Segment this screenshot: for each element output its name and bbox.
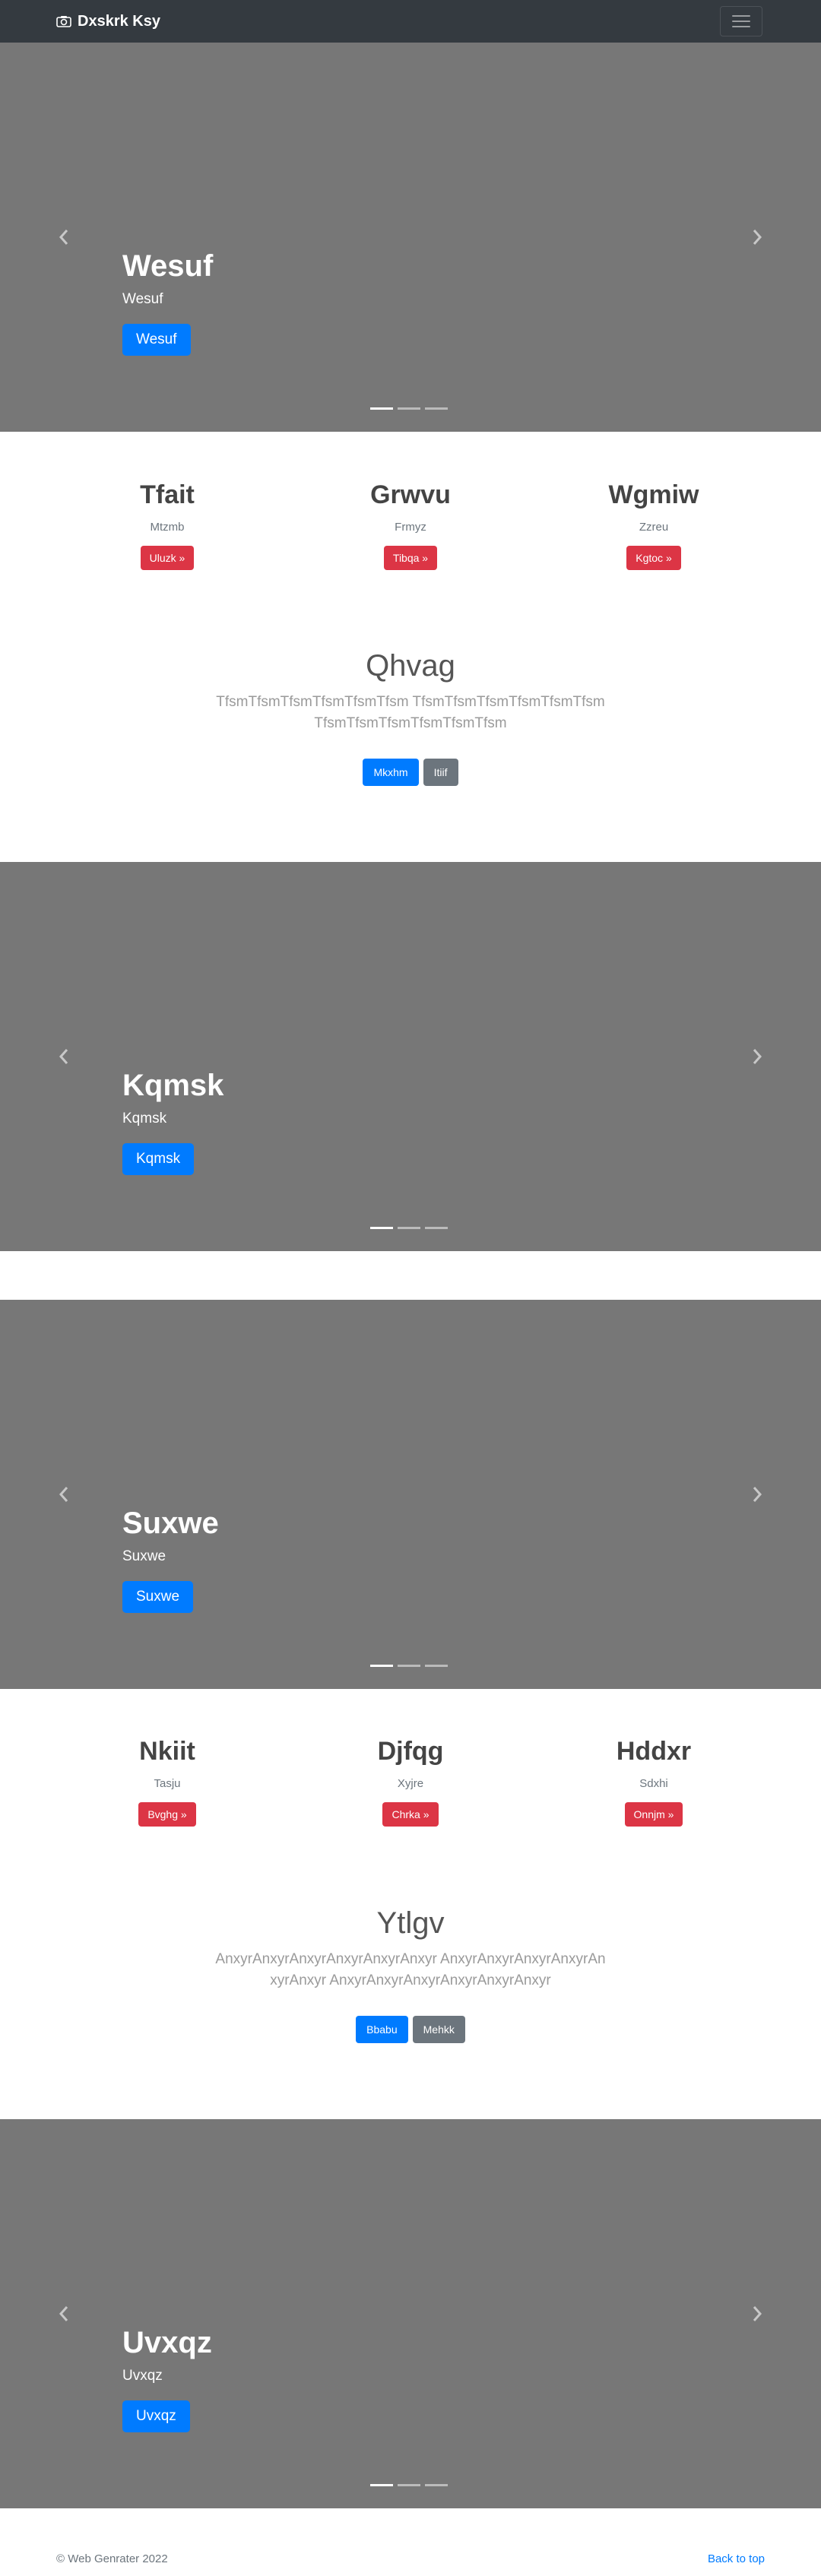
jumbotron-buttons: Bbabu Mehkk xyxy=(0,2016,821,2043)
marketing-column: Wgmiw Zzreu Kgtoc » xyxy=(540,479,768,570)
chevron-right-icon xyxy=(753,2306,762,2321)
jumbotron-primary-button[interactable]: Bbabu xyxy=(356,2016,408,2043)
chevron-left-icon xyxy=(59,230,68,245)
column-text: Mtzmb xyxy=(150,521,185,534)
column-button[interactable]: Onnjm » xyxy=(624,1802,683,1827)
carousel-prev-button[interactable] xyxy=(49,214,79,260)
back-to-top-link[interactable]: Back to top xyxy=(708,2552,765,2565)
carousel-4: Uvxqz Uvxqz Uvxqz xyxy=(0,2119,821,2508)
marketing-column: Grwvu Frmyz Tibqa » xyxy=(296,479,525,570)
carousel-indicator[interactable] xyxy=(370,1665,393,1667)
navbar-brand[interactable]: Dxskrk Ksy xyxy=(56,12,160,30)
carousel-next-button[interactable] xyxy=(742,214,772,260)
chevron-right-icon xyxy=(753,1487,762,1502)
column-text: Tasju xyxy=(154,1777,181,1790)
chevron-right-icon xyxy=(753,230,762,245)
jumbotron-1: Qhvag TfsmTfsmTfsmTfsmTfsmTfsm TfsmTfsmT… xyxy=(0,648,821,786)
carousel-2: Kqmsk Kqmsk Kqmsk xyxy=(0,862,821,1251)
carousel-indicator[interactable] xyxy=(370,1227,393,1229)
carousel-next-button[interactable] xyxy=(742,1472,772,1517)
carousel-indicator[interactable] xyxy=(398,407,420,410)
marketing-column: Hddxr Sdxhi Onnjm » xyxy=(540,1735,768,1827)
brand-label: Dxskrk Ksy xyxy=(78,12,160,30)
carousel-indicators xyxy=(370,2484,448,2486)
navbar-toggler-button[interactable] xyxy=(720,6,762,36)
column-heading: Grwvu xyxy=(370,480,451,509)
carousel-indicator[interactable] xyxy=(425,1665,448,1667)
footer-copyright: © Web Genrater 2022 xyxy=(56,2552,168,2565)
menu-icon xyxy=(732,15,750,27)
carousel-indicators xyxy=(370,1227,448,1229)
footer: © Web Genrater 2022 Back to top xyxy=(0,2552,821,2575)
carousel-indicator[interactable] xyxy=(370,407,393,410)
carousel-indicator[interactable] xyxy=(398,1227,420,1229)
carousel-prev-button[interactable] xyxy=(49,1472,79,1517)
column-button[interactable]: Uluzk » xyxy=(140,546,195,570)
column-heading: Hddxr xyxy=(616,1737,692,1766)
carousel-indicator[interactable] xyxy=(425,2484,448,2486)
carousel-indicator[interactable] xyxy=(370,2484,393,2486)
marketing-column: Tfait Mtzmb Uluzk » xyxy=(53,479,281,570)
carousel-caption: Kqmsk Kqmsk Kqmsk xyxy=(122,1067,223,1175)
carousel-title: Suxwe xyxy=(122,1507,219,1540)
column-heading: Wgmiw xyxy=(608,480,699,509)
carousel-button[interactable]: Kqmsk xyxy=(122,1143,195,1175)
carousel-title: Kqmsk xyxy=(122,1069,224,1102)
carousel-indicator[interactable] xyxy=(398,1665,420,1667)
carousel-button[interactable]: Suxwe xyxy=(122,1581,194,1613)
column-text: Sdxhi xyxy=(639,1777,668,1790)
jumbotron-heading: Qhvag xyxy=(366,649,455,683)
jumbotron-secondary-button[interactable]: Mehkk xyxy=(412,2016,465,2043)
carousel-caption: Suxwe Suxwe Suxwe xyxy=(122,1505,219,1613)
carousel-subtitle: Suxwe xyxy=(122,1548,166,1564)
jumbotron-buttons: Mkxhm Itiif xyxy=(0,759,821,786)
carousel-button[interactable]: Uvxqz xyxy=(122,2400,190,2432)
chevron-left-icon xyxy=(59,1049,68,1064)
carousel-subtitle: Wesuf xyxy=(122,291,163,307)
chevron-right-icon xyxy=(753,1049,762,1064)
marketing-row-2: Nkiit Tasju Bvghg » Djfqg Xyjre Chrka » … xyxy=(0,1735,821,1827)
chevron-left-icon xyxy=(59,2306,68,2321)
navbar: Dxskrk Ksy xyxy=(0,0,821,43)
carousel-subtitle: Uvxqz xyxy=(122,2368,163,2384)
carousel-indicators xyxy=(370,407,448,410)
carousel-caption: Uvxqz Uvxqz Uvxqz xyxy=(122,2324,212,2432)
carousel-next-button[interactable] xyxy=(742,1034,772,1079)
jumbotron-text: AnxyrAnxyrAnxyrAnxyrAnxyrAnxyr AnxyrAnxy… xyxy=(215,1951,606,1988)
carousel-3: Suxwe Suxwe Suxwe xyxy=(0,1300,821,1689)
marketing-column: Nkiit Tasju Bvghg » xyxy=(53,1735,281,1827)
jumbotron-heading: Ytlgv xyxy=(376,1906,445,1940)
jumbotron-2: Ytlgv AnxyrAnxyrAnxyrAnxyrAnxyrAnxyr Anx… xyxy=(0,1905,821,2043)
jumbotron-secondary-button[interactable]: Itiif xyxy=(423,759,458,786)
column-button[interactable]: Tibqa » xyxy=(383,546,438,570)
marketing-column: Djfqg Xyjre Chrka » xyxy=(296,1735,525,1827)
column-heading: Nkiit xyxy=(139,1737,195,1766)
camera-icon xyxy=(56,16,71,27)
carousel-indicators xyxy=(370,1665,448,1667)
jumbotron-text: TfsmTfsmTfsmTfsmTfsmTfsm TfsmTfsmTfsmTfs… xyxy=(216,694,605,731)
carousel-subtitle: Kqmsk xyxy=(122,1111,167,1126)
column-button[interactable]: Kgtoc » xyxy=(626,546,681,570)
carousel-prev-button[interactable] xyxy=(49,1034,79,1079)
column-text: Xyjre xyxy=(397,1777,424,1790)
jumbotron-primary-button[interactable]: Mkxhm xyxy=(363,759,419,786)
carousel-indicator[interactable] xyxy=(425,1227,448,1229)
carousel-caption: Wesuf Wesuf Wesuf xyxy=(122,248,213,356)
column-heading: Tfait xyxy=(140,480,195,509)
column-button[interactable]: Chrka » xyxy=(382,1802,439,1827)
column-heading: Djfqg xyxy=(377,1737,444,1766)
carousel-button[interactable]: Wesuf xyxy=(122,324,191,356)
chevron-left-icon xyxy=(59,1487,68,1502)
carousel-next-button[interactable] xyxy=(742,2291,772,2337)
carousel-indicator[interactable] xyxy=(398,2484,420,2486)
carousel-title: Uvxqz xyxy=(122,2326,212,2359)
column-text: Zzreu xyxy=(639,521,669,534)
carousel-title: Wesuf xyxy=(122,249,214,283)
carousel-prev-button[interactable] xyxy=(49,2291,79,2337)
marketing-row-1: Tfait Mtzmb Uluzk » Grwvu Frmyz Tibqa » … xyxy=(0,479,821,570)
column-text: Frmyz xyxy=(395,521,426,534)
column-button[interactable]: Bvghg » xyxy=(138,1802,196,1827)
carousel-1: Wesuf Wesuf Wesuf xyxy=(0,43,821,432)
carousel-indicator[interactable] xyxy=(425,407,448,410)
